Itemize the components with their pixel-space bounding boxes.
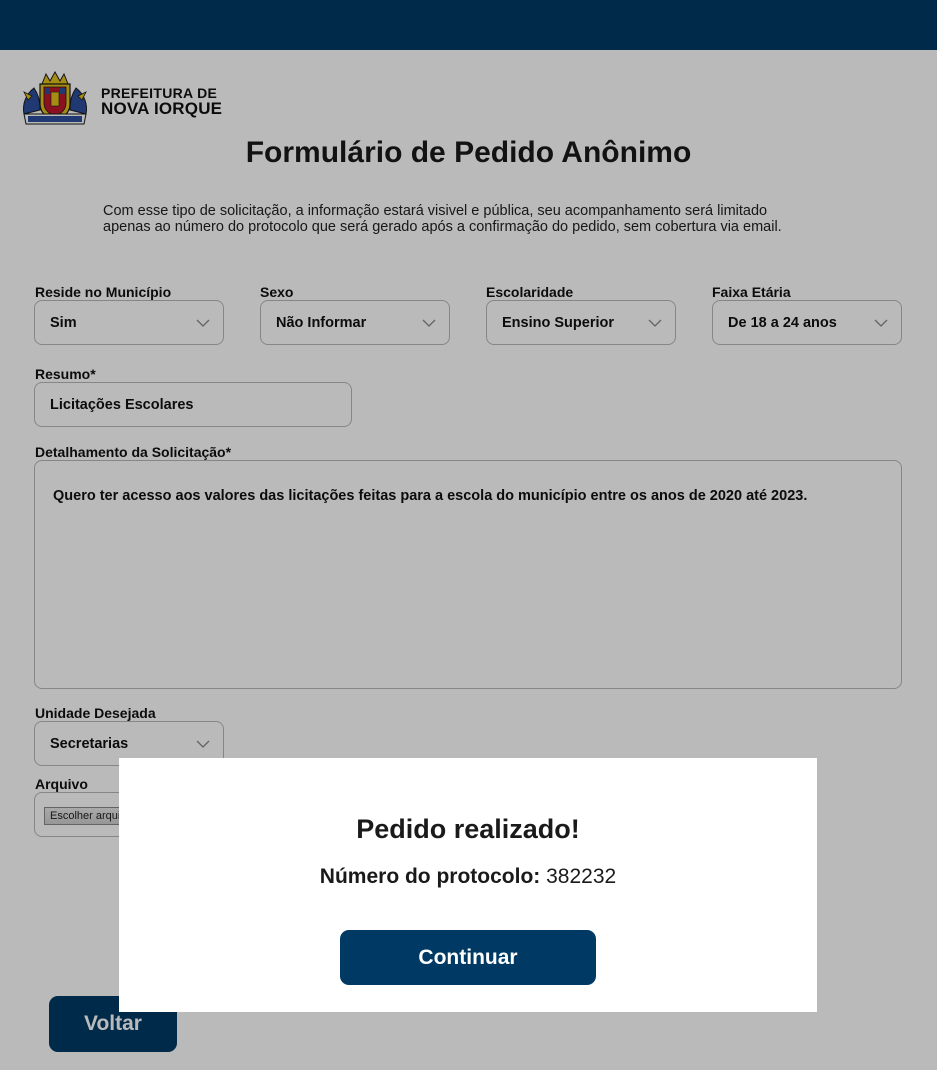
protocol-label: Número do protocolo:: [319, 865, 541, 888]
success-modal: Pedido realizado! Número do protocolo: 3…: [119, 758, 817, 1012]
modal-title: Pedido realizado!: [356, 814, 580, 844]
continue-button[interactable]: Continuar: [340, 930, 596, 985]
protocol-number: 382232: [546, 865, 617, 888]
protocol-line: Número do protocolo: 382232: [119, 865, 817, 889]
